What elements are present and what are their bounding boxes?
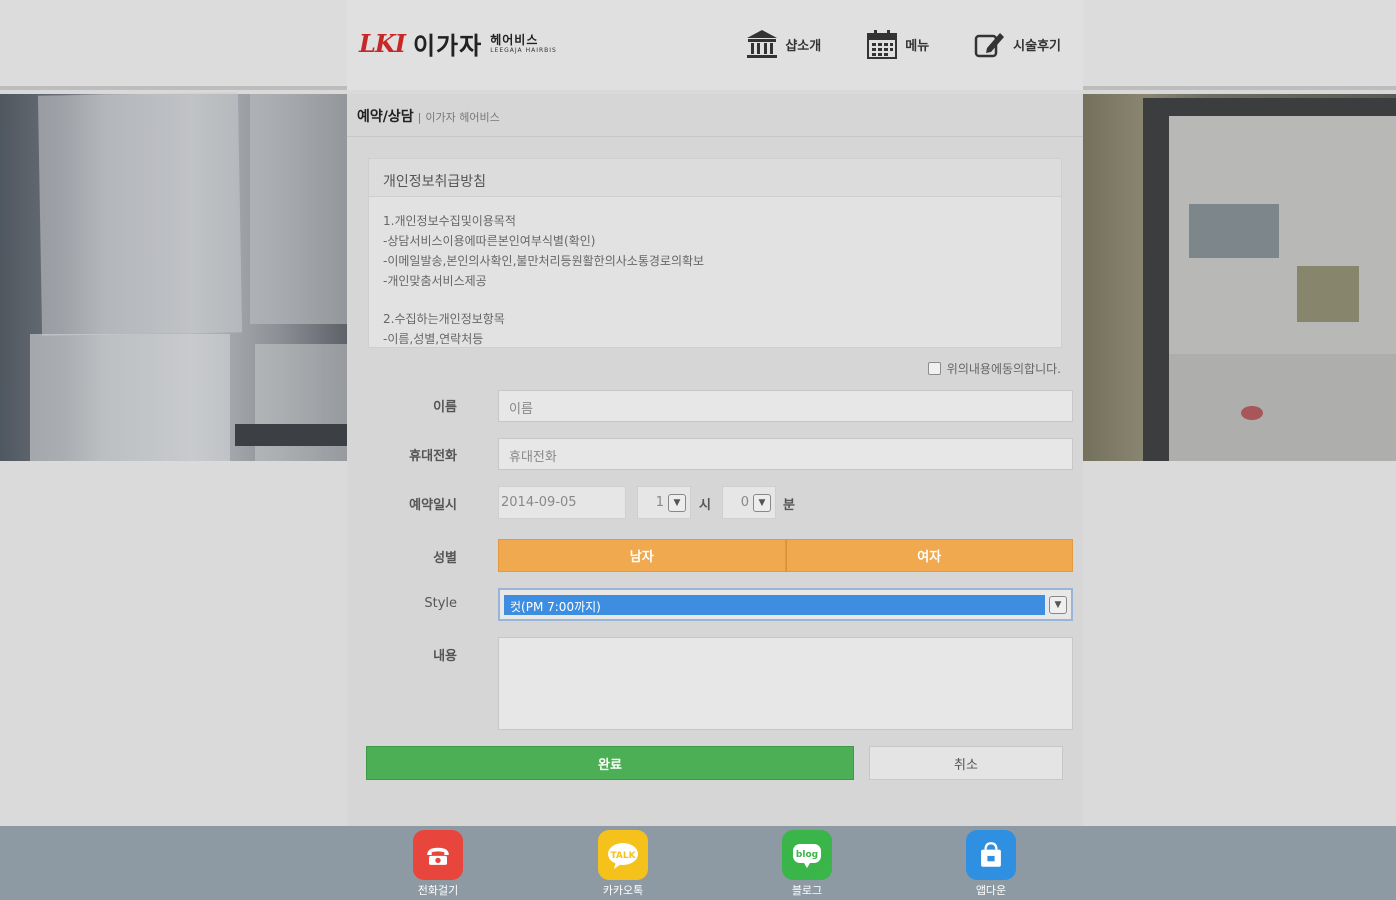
footer-label: 전화걸기 <box>417 884 459 897</box>
nav-shop-intro[interactable]: 샵소개 <box>745 28 821 60</box>
svg-text:blog: blog <box>796 850 818 860</box>
phone-label: 휴대전화 <box>409 449 457 464</box>
side-gutter-left <box>0 461 347 826</box>
logo-sub-english: LEEGAJA HAIRBIS <box>490 46 557 54</box>
nav-menu[interactable]: 메뉴 <box>865 28 929 60</box>
date-input[interactable]: 2014-09-05 <box>498 486 626 519</box>
logo-subtitle: 헤어비스 LEEGAJA HAIRBIS <box>490 34 557 54</box>
name-label: 이름 <box>433 400 457 415</box>
shopping-bag-icon <box>966 830 1016 880</box>
content-label: 내용 <box>433 649 457 664</box>
privacy-policy-title: 개인정보취급방침 <box>369 159 1061 197</box>
bottom-action-bar: 전화걸기 TALK 카카오톡 blog 블로그 앱다운 <box>0 826 1396 900</box>
gender-female-button[interactable]: 여자 <box>785 539 1073 572</box>
header-bar: LKI 이가자 헤어비스 LEEGAJA HAIRBIS 샵소개 메뉴 시술후기 <box>347 0 1083 90</box>
policy-line: 2.수집하는개인정보항목 <box>383 312 505 326</box>
footer-blog[interactable]: blog 블로그 <box>767 830 847 898</box>
nav-label: 시술후기 <box>1013 38 1061 54</box>
kakaotalk-icon: TALK <box>598 830 648 880</box>
hour-unit: 시 <box>699 498 711 513</box>
top-header: LKI 이가자 헤어비스 LEEGAJA HAIRBIS 샵소개 메뉴 시술후기 <box>0 0 1396 90</box>
chevron-down-icon: ▼ <box>668 493 686 512</box>
chevron-down-icon: ▼ <box>753 493 771 512</box>
side-gutter-right <box>1083 461 1396 826</box>
footer-label: 블로그 <box>791 884 823 897</box>
minute-value: 0 <box>740 495 749 510</box>
breadcrumb-separator: | <box>417 111 422 124</box>
svg-text:TALK: TALK <box>610 851 636 861</box>
chevron-down-icon: ▼ <box>1049 595 1067 614</box>
hour-value: 1 <box>655 495 664 510</box>
footer-app-download[interactable]: 앱다운 <box>951 830 1031 898</box>
style-selected-value: 컷(PM 7:00까지) <box>504 594 1045 615</box>
datetime-label: 예약일시 <box>409 498 457 513</box>
nav-label: 메뉴 <box>905 38 930 54</box>
logo-mark: LKI <box>359 29 406 58</box>
brand-logo[interactable]: LKI 이가자 헤어비스 LEEGAJA HAIRBIS <box>359 26 557 61</box>
gender-label: 성별 <box>433 551 457 566</box>
policy-line: -이메일발송,본인의사확인,불만처리등원활한의사소통경로의확보 <box>383 254 705 268</box>
style-select[interactable]: 컷(PM 7:00까지) ▼ <box>498 588 1073 621</box>
content-textarea[interactable] <box>498 637 1073 730</box>
style-label: Style <box>424 596 457 611</box>
edit-icon <box>974 33 1005 58</box>
breadcrumb: 예약/상담 | 이가자 헤어비스 <box>357 106 500 126</box>
phone-input[interactable]: 휴대전화 <box>498 438 1073 470</box>
gender-male-button[interactable]: 남자 <box>498 539 786 572</box>
policy-line: -이름,성별,연락처등 <box>383 332 484 346</box>
blog-icon: blog <box>782 830 832 880</box>
divider <box>347 136 1083 137</box>
background-photo-left <box>0 92 347 461</box>
agree-checkbox[interactable] <box>927 362 941 375</box>
agree-label: 위의내용에동의합니다. <box>946 362 1061 376</box>
gender-toggle: 남자 여자 <box>498 539 1073 572</box>
agree-row: 위의내용에동의합니다. <box>927 360 1061 377</box>
policy-line: 1.개인정보수집및이용목적 <box>383 214 516 228</box>
nav-label: 샵소개 <box>785 38 822 54</box>
page-title: 예약/상담 <box>357 109 414 125</box>
logo-name: 이가자 <box>412 32 483 60</box>
logo-sub-korean: 헤어비스 <box>490 32 539 47</box>
main-nav: 샵소개 메뉴 시술후기 <box>745 28 1061 60</box>
minute-select[interactable]: 0 ▼ <box>722 486 776 519</box>
cancel-button[interactable]: 취소 <box>869 746 1063 780</box>
name-input[interactable]: 이름 <box>498 390 1073 422</box>
background-photo-right <box>1083 94 1396 461</box>
nav-reviews[interactable]: 시술후기 <box>973 28 1061 60</box>
privacy-policy-body[interactable]: 1.개인정보수집및이용목적 -상담서비스이용에따른본인여부식별(확인) -이메일… <box>369 197 1061 347</box>
policy-line: -개인맞춤서비스제공 <box>383 274 487 288</box>
privacy-policy-box[interactable]: 개인정보취급방침 1.개인정보수집및이용목적 -상담서비스이용에따른본인여부식별… <box>368 158 1062 348</box>
submit-button[interactable]: 완료 <box>366 746 854 780</box>
bank-icon <box>747 30 778 58</box>
breadcrumb-subtitle: 이가자 헤어비스 <box>425 111 500 124</box>
minute-unit: 분 <box>783 498 795 513</box>
reservation-panel: 예약/상담 | 이가자 헤어비스 개인정보취급방침 1.개인정보수집및이용목적 … <box>347 94 1083 826</box>
footer-kakaotalk[interactable]: TALK 카카오톡 <box>583 830 663 898</box>
phone-icon <box>413 830 463 880</box>
calendar-icon <box>867 30 898 59</box>
footer-call[interactable]: 전화걸기 <box>398 830 478 898</box>
footer-label: 카카오톡 <box>602 884 644 897</box>
policy-line: -상담서비스이용에따른본인여부식별(확인) <box>383 234 596 248</box>
footer-label: 앱다운 <box>975 884 1007 897</box>
hour-select[interactable]: 1 ▼ <box>637 486 691 519</box>
